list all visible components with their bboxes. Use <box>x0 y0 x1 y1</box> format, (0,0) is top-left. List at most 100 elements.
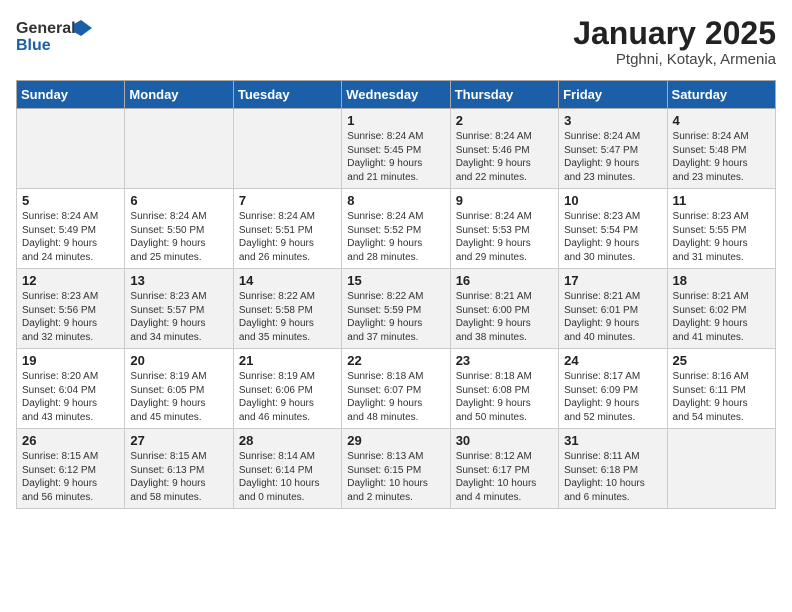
calendar-cell: 12Sunrise: 8:23 AM Sunset: 5:56 PM Dayli… <box>17 269 125 349</box>
day-number: 21 <box>239 353 336 368</box>
day-number: 20 <box>130 353 227 368</box>
day-number: 31 <box>564 433 661 448</box>
calendar-cell: 23 Sunrise: 8:18 AM Sunset: 6:08 PM Dayli… <box>450 349 558 429</box>
calendar-cell: 24Sunrise: 8:17 AM Sunset: 6:09 PM Dayli… <box>559 349 667 429</box>
cell-info: Sunrise: 8:24 AM Sunset: 5:49 PM Dayligh… <box>22 210 119 264</box>
calendar-cell: 17Sunrise: 8:21 AM Sunset: 6:01 PM Dayli… <box>559 269 667 349</box>
cell-info: Sunrise: 8:15 AM Sunset: 6:12 PM Dayligh… <box>22 450 119 504</box>
calendar-cell <box>233 109 341 189</box>
weekday-friday: Friday <box>559 81 667 109</box>
calendar-cell: 26Sunrise: 8:15 AM Sunset: 6:12 PM Dayli… <box>17 429 125 509</box>
calendar-cell: 14Sunrise: 8:22 AM Sunset: 5:58 PM Dayli… <box>233 269 341 349</box>
weekday-saturday: Saturday <box>667 81 775 109</box>
calendar-cell: 5Sunrise: 8:24 AM Sunset: 5:49 PM Daylig… <box>17 189 125 269</box>
calendar-body: 1 Sunrise: 8:24 AM Sunset: 5:45 PM Daylig… <box>17 109 776 509</box>
calendar-table: SundayMondayTuesdayWednesdayThursdayFrid… <box>16 80 776 509</box>
day-number: 27 <box>130 433 227 448</box>
weekday-sunday: Sunday <box>17 81 125 109</box>
calendar-cell: 3 Sunrise: 8:24 AM Sunset: 5:47 PM Daylig… <box>559 109 667 189</box>
calendar-cell: 16Sunrise: 8:21 AM Sunset: 6:00 PM Dayli… <box>450 269 558 349</box>
logo: GeneralBlue <box>16 16 96 56</box>
cell-info: Sunrise: 8:19 AM Sunset: 6:05 PM Dayligh… <box>130 370 227 424</box>
svg-text:General: General <box>16 20 76 37</box>
day-number: 25 <box>673 353 770 368</box>
day-number: 23 <box>456 353 553 368</box>
calendar-cell: 11 Sunrise: 8:23 AM Sunset: 5:55 PM Dayli… <box>667 189 775 269</box>
calendar-cell: 10 Sunrise: 8:23 AM Sunset: 5:54 PM Dayli… <box>559 189 667 269</box>
calendar-cell: 15 Sunrise: 8:22 AM Sunset: 5:59 PM Dayli… <box>342 269 450 349</box>
week-row-1: 1 Sunrise: 8:24 AM Sunset: 5:45 PM Daylig… <box>17 109 776 189</box>
calendar-cell: 25Sunrise: 8:16 AM Sunset: 6:11 PM Dayli… <box>667 349 775 429</box>
day-number: 6 <box>130 193 227 208</box>
cell-info: Sunrise: 8:11 AM Sunset: 6:18 PM Dayligh… <box>564 450 661 504</box>
cell-info: Sunrise: 8:24 AM Sunset: 5:46 PM Dayligh… <box>456 130 553 184</box>
day-number: 28 <box>239 433 336 448</box>
cell-info: Sunrise: 8:18 AM Sunset: 6:08 PM Dayligh… <box>456 370 553 424</box>
calendar-cell <box>17 109 125 189</box>
day-number: 11 <box>673 193 770 208</box>
calendar-cell: 2 Sunrise: 8:24 AM Sunset: 5:46 PM Daylig… <box>450 109 558 189</box>
day-number: 10 <box>564 193 661 208</box>
cell-info: Sunrise: 8:14 AM Sunset: 6:14 PM Dayligh… <box>239 450 336 504</box>
cell-info: Sunrise: 8:12 AM Sunset: 6:17 PM Dayligh… <box>456 450 553 504</box>
week-row-4: 19 Sunrise: 8:20 AM Sunset: 6:04 PM Dayli… <box>17 349 776 429</box>
day-number: 13 <box>130 273 227 288</box>
cell-info: Sunrise: 8:22 AM Sunset: 5:58 PM Dayligh… <box>239 290 336 344</box>
cell-info: Sunrise: 8:24 AM Sunset: 5:51 PM Dayligh… <box>239 210 336 264</box>
cell-info: Sunrise: 8:22 AM Sunset: 5:59 PM Dayligh… <box>347 290 444 344</box>
cell-info: Sunrise: 8:21 AM Sunset: 6:02 PM Dayligh… <box>673 290 770 344</box>
day-number: 22 <box>347 353 444 368</box>
day-number: 3 <box>564 113 661 128</box>
calendar-cell: 9 Sunrise: 8:24 AM Sunset: 5:53 PM Daylig… <box>450 189 558 269</box>
calendar-cell: 31 Sunrise: 8:11 AM Sunset: 6:18 PM Dayli… <box>559 429 667 509</box>
calendar-cell: 22 Sunrise: 8:18 AM Sunset: 6:07 PM Dayli… <box>342 349 450 429</box>
cell-info: Sunrise: 8:24 AM Sunset: 5:45 PM Dayligh… <box>347 130 444 184</box>
page-header: GeneralBlue January 2025 Ptghni, Kotayk,… <box>16 16 776 68</box>
day-number: 30 <box>456 433 553 448</box>
svg-text:Blue: Blue <box>16 37 51 54</box>
cell-info: Sunrise: 8:18 AM Sunset: 6:07 PM Dayligh… <box>347 370 444 424</box>
day-number: 8 <box>347 193 444 208</box>
day-number: 9 <box>456 193 553 208</box>
calendar-cell: 8 Sunrise: 8:24 AM Sunset: 5:52 PM Daylig… <box>342 189 450 269</box>
cell-info: Sunrise: 8:21 AM Sunset: 6:01 PM Dayligh… <box>564 290 661 344</box>
cell-info: Sunrise: 8:23 AM Sunset: 5:57 PM Dayligh… <box>130 290 227 344</box>
calendar-cell: 20 Sunrise: 8:19 AM Sunset: 6:05 PM Dayli… <box>125 349 233 429</box>
day-number: 16 <box>456 273 553 288</box>
cell-info: Sunrise: 8:13 AM Sunset: 6:15 PM Dayligh… <box>347 450 444 504</box>
cell-info: Sunrise: 8:23 AM Sunset: 5:54 PM Dayligh… <box>564 210 661 264</box>
calendar-title: January 2025 <box>573 16 776 51</box>
logo-svg: GeneralBlue <box>16 16 96 56</box>
cell-info: Sunrise: 8:23 AM Sunset: 5:55 PM Dayligh… <box>673 210 770 264</box>
calendar-cell: 28 Sunrise: 8:14 AM Sunset: 6:14 PM Dayli… <box>233 429 341 509</box>
day-number: 15 <box>347 273 444 288</box>
calendar-cell: 1 Sunrise: 8:24 AM Sunset: 5:45 PM Daylig… <box>342 109 450 189</box>
title-block: January 2025 Ptghni, Kotayk, Armenia <box>573 16 776 68</box>
weekday-wednesday: Wednesday <box>342 81 450 109</box>
weekday-monday: Monday <box>125 81 233 109</box>
calendar-cell: 7Sunrise: 8:24 AM Sunset: 5:51 PM Daylig… <box>233 189 341 269</box>
week-row-5: 26Sunrise: 8:15 AM Sunset: 6:12 PM Dayli… <box>17 429 776 509</box>
cell-info: Sunrise: 8:20 AM Sunset: 6:04 PM Dayligh… <box>22 370 119 424</box>
cell-info: Sunrise: 8:15 AM Sunset: 6:13 PM Dayligh… <box>130 450 227 504</box>
cell-info: Sunrise: 8:24 AM Sunset: 5:53 PM Dayligh… <box>456 210 553 264</box>
calendar-cell: 13 Sunrise: 8:23 AM Sunset: 5:57 PM Dayli… <box>125 269 233 349</box>
day-number: 18 <box>673 273 770 288</box>
day-number: 29 <box>347 433 444 448</box>
calendar-cell <box>125 109 233 189</box>
calendar-cell: 19 Sunrise: 8:20 AM Sunset: 6:04 PM Dayli… <box>17 349 125 429</box>
cell-info: Sunrise: 8:24 AM Sunset: 5:52 PM Dayligh… <box>347 210 444 264</box>
cell-info: Sunrise: 8:24 AM Sunset: 5:47 PM Dayligh… <box>564 130 661 184</box>
day-number: 19 <box>22 353 119 368</box>
calendar-cell: 18 Sunrise: 8:21 AM Sunset: 6:02 PM Dayli… <box>667 269 775 349</box>
day-number: 4 <box>673 113 770 128</box>
cell-info: Sunrise: 8:24 AM Sunset: 5:48 PM Dayligh… <box>673 130 770 184</box>
cell-info: Sunrise: 8:23 AM Sunset: 5:56 PM Dayligh… <box>22 290 119 344</box>
day-number: 1 <box>347 113 444 128</box>
day-number: 2 <box>456 113 553 128</box>
weekday-thursday: Thursday <box>450 81 558 109</box>
calendar-cell: 30 Sunrise: 8:12 AM Sunset: 6:17 PM Dayli… <box>450 429 558 509</box>
weekday-header-row: SundayMondayTuesdayWednesdayThursdayFrid… <box>17 81 776 109</box>
weekday-tuesday: Tuesday <box>233 81 341 109</box>
calendar-cell: 4 Sunrise: 8:24 AM Sunset: 5:48 PM Daylig… <box>667 109 775 189</box>
